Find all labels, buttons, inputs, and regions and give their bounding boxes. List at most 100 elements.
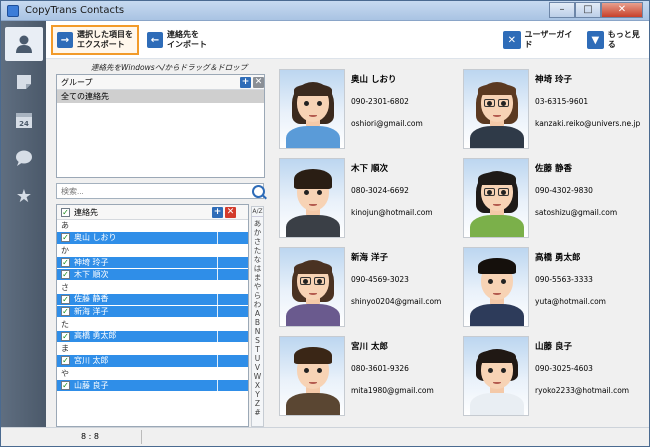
section-header: あ <box>57 220 248 233</box>
contacts-nav-button[interactable] <box>5 27 43 61</box>
export-selected-button[interactable]: → 選択した項目を エクスポート <box>51 25 139 55</box>
user-guide-button[interactable]: ✕ ユーザーガイド <box>499 25 583 55</box>
contact-card[interactable]: 山藤 良子 090-3025-4603 ryoko2233@hotmail.co… <box>463 336 643 416</box>
contact-checkbox[interactable]: ✓ <box>61 381 70 390</box>
az-index-letter[interactable]: # <box>252 408 263 417</box>
add-group-button[interactable]: + <box>240 77 251 88</box>
az-index-letter[interactable]: V <box>252 363 263 372</box>
az-index-letter[interactable]: T <box>252 345 263 354</box>
section-header: さ <box>57 281 248 294</box>
contact-list-item[interactable]: ✓ 山藤 良子 <box>57 379 248 393</box>
delete-group-button[interactable]: ✕ <box>253 77 264 88</box>
user-guide-label: ユーザーガイド <box>524 30 573 49</box>
avatar <box>279 336 345 416</box>
contact-card[interactable]: 奥山 しおり 090-2301-6802 oshiori@gmail.com <box>279 69 459 149</box>
az-index-letter[interactable]: A <box>252 309 263 318</box>
contacts-list-header: ✓ 連絡先 + ✕ <box>57 205 248 220</box>
card-name: 木下 順次 <box>351 164 388 174</box>
contact-checkbox[interactable]: ✓ <box>61 258 70 268</box>
more-button[interactable]: ▼ もっと見る <box>583 25 649 55</box>
section-header: た <box>57 318 248 331</box>
az-index-letter[interactable]: N <box>252 327 263 336</box>
contact-card[interactable]: 新海 洋子 090-4569-3023 shinyo0204@gmail.com <box>279 247 459 327</box>
az-index-letter[interactable]: ら <box>252 291 263 300</box>
import-label-line2: インポート <box>167 40 207 49</box>
contact-card[interactable]: 木下 順次 080-3024-6692 kinojun@hotmail.com <box>279 158 459 238</box>
card-phone: 090-5563-3333 <box>535 275 593 284</box>
contact-checkbox[interactable]: ✓ <box>61 356 70 366</box>
search-input[interactable] <box>56 183 264 199</box>
search-icon[interactable] <box>252 185 265 198</box>
maximize-button[interactable]: □ <box>575 2 601 18</box>
section-label: ま <box>61 344 69 354</box>
az-index-letter[interactable]: Z <box>252 399 263 408</box>
star-icon: ★ <box>15 185 33 207</box>
contact-list-item[interactable]: ✓ 木下 順次 <box>57 269 248 282</box>
section-label: か <box>61 245 69 255</box>
contact-list-item[interactable]: ✓ 新海 洋子 <box>57 306 248 319</box>
contact-list-item[interactable]: ✓ 高橋 勇太郎 <box>57 330 248 343</box>
contact-checkbox[interactable]: ✓ <box>61 294 70 304</box>
az-index-letter[interactable]: ま <box>252 273 263 282</box>
az-index-letter[interactable]: W <box>252 372 263 381</box>
card-name: 佐藤 静香 <box>535 164 572 174</box>
contact-list-label: 高橋 勇太郎 <box>74 331 117 341</box>
contact-list-label: 佐藤 静香 <box>74 294 109 304</box>
import-label-line1: 連絡先を <box>167 30 199 39</box>
contact-checkbox[interactable]: ✓ <box>61 307 70 317</box>
contact-checkbox[interactable]: ✓ <box>61 270 70 280</box>
card-email: kanzaki.reiko@univers.ne.jp <box>535 119 641 128</box>
contact-card[interactable]: 宮川 太郎 080-3601-9326 mita1980@gmail.com <box>279 336 459 416</box>
section-header: や <box>57 367 248 380</box>
contact-card[interactable]: 高橋 勇太郎 090-5563-3333 yuta@hotmail.com <box>463 247 643 327</box>
card-phone: 090-2301-6802 <box>351 97 409 106</box>
contact-list-item[interactable]: ✓ 奥山 しおり <box>57 232 248 245</box>
az-index-letter[interactable]: か <box>252 228 263 237</box>
contact-list-item[interactable]: ✓ 佐藤 静香 <box>57 293 248 307</box>
card-email: yuta@hotmail.com <box>535 297 606 306</box>
delete-contact-button[interactable]: ✕ <box>225 207 236 218</box>
contact-card[interactable]: 神埼 玲子 03-6315-9601 kanzaki.reiko@univers… <box>463 69 643 149</box>
section-label: さ <box>61 282 69 292</box>
groups-panel: グループ + ✕ 全ての連絡先 <box>56 74 265 178</box>
az-index-letter[interactable]: は <box>252 264 263 273</box>
close-button[interactable]: ✕ <box>601 2 643 18</box>
minimize-button[interactable]: – <box>549 2 575 18</box>
az-index-letter[interactable]: た <box>252 246 263 255</box>
az-index-letter[interactable]: Y <box>252 390 263 399</box>
card-email: satoshizu@gmail.com <box>535 208 618 217</box>
calendar-icon: 24 <box>16 113 32 128</box>
favorites-nav-button[interactable]: ★ <box>5 179 43 213</box>
contact-checkbox[interactable]: ✓ <box>61 331 70 341</box>
messages-nav-button[interactable] <box>5 141 43 175</box>
drag-drop-hint: 連絡先をWindowsへ/からドラッグ＆ドロップ <box>91 63 248 72</box>
az-index-letter[interactable]: な <box>252 255 263 264</box>
az-index-letter[interactable]: U <box>252 354 263 363</box>
contact-list-item[interactable]: ✓ 神埼 玲子 <box>57 256 248 270</box>
az-index-letter[interactable]: わ <box>252 300 263 309</box>
avatar <box>279 247 345 327</box>
export-label-line1: 選択した項目を <box>77 30 133 39</box>
contact-card[interactable]: 佐藤 静香 090-4302-9830 satoshizu@gmail.com <box>463 158 643 238</box>
contact-list-item[interactable]: ✓ 宮川 太郎 <box>57 355 248 368</box>
card-email: shinyo0204@gmail.com <box>351 297 442 306</box>
contacts-list-panel: ✓ 連絡先 + ✕ あ ✓ 奥山 しおりか ✓ 神埼 玲子 ✓ 木下 順次さ ✓ 佐藤 静香 ✓ 新… <box>56 204 249 427</box>
app-window: CopyTrans Contacts – □ ✕ 24 ★ → 選択した項目をエ… <box>0 0 650 447</box>
card-email: ryoko2233@hotmail.com <box>535 386 630 395</box>
contact-checkbox[interactable]: ✓ <box>61 233 70 243</box>
az-index-letter[interactable]: S <box>252 336 263 345</box>
az-index-letter[interactable]: や <box>252 282 263 291</box>
group-item-all[interactable]: 全ての連絡先 <box>57 90 264 103</box>
section-header: ま <box>57 342 248 356</box>
notes-nav-button[interactable] <box>5 65 43 99</box>
calendar-nav-button[interactable]: 24 <box>5 103 43 137</box>
import-contacts-button[interactable]: ← 連絡先を インポート <box>143 25 223 55</box>
az-index-letter[interactable]: さ <box>252 237 263 246</box>
select-all-checkbox[interactable]: ✓ <box>61 207 70 217</box>
contact-list-label: 神埼 玲子 <box>74 257 109 267</box>
az-index-letter[interactable]: B <box>252 318 263 327</box>
az-index-letter[interactable]: あ <box>252 219 263 228</box>
status-bar: 8 : 8 <box>1 427 649 446</box>
az-index-letter[interactable]: X <box>252 381 263 390</box>
add-contact-button[interactable]: + <box>212 207 223 218</box>
